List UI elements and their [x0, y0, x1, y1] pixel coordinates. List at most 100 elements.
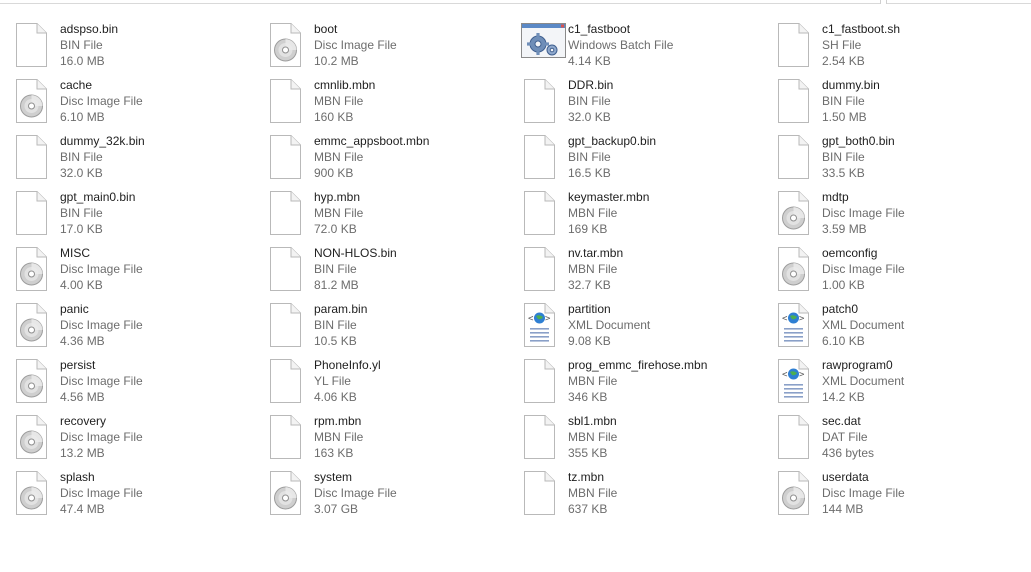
file-type: BIN File — [822, 150, 865, 164]
file-name: recovery — [60, 414, 107, 428]
file-item-rpm-mbn[interactable]: rpm.mbn MBN File 163 KB — [267, 412, 521, 468]
file-name: panic — [60, 302, 89, 316]
file-details: gpt_backup0.bin BIN File 16.5 KB — [568, 132, 656, 181]
file-name: c1_fastboot — [568, 22, 631, 36]
file-details: patch0 XML Document 6.10 KB — [822, 300, 904, 349]
file-name: mdtp — [822, 190, 849, 204]
file-size: 3.07 GB — [314, 502, 359, 516]
file-item-rawprogram0[interactable]: < > rawprogram0 XML Document 14.2 KB — [775, 356, 1029, 412]
file-name: MISC — [60, 246, 90, 260]
file-type: MBN File — [568, 206, 618, 220]
file-details: recovery Disc Image File 13.2 MB — [60, 412, 143, 461]
blank-file-icon — [521, 191, 557, 235]
file-item-dummy-32k-bin[interactable]: dummy_32k.bin BIN File 32.0 KB — [13, 132, 267, 188]
blank-file-icon — [775, 415, 811, 459]
file-details: emmc_appsboot.mbn MBN File 900 KB — [314, 132, 429, 181]
file-type: Disc Image File — [314, 486, 397, 500]
disc-image-icon — [13, 471, 49, 515]
file-item-misc[interactable]: MISC Disc Image File 4.00 KB — [13, 244, 267, 300]
file-type: MBN File — [314, 206, 364, 220]
file-item-panic[interactable]: panic Disc Image File 4.36 MB — [13, 300, 267, 356]
file-item-gpt-main0-bin[interactable]: gpt_main0.bin BIN File 17.0 KB — [13, 188, 267, 244]
disc-image-icon — [267, 471, 303, 515]
file-size: 32.7 KB — [568, 278, 611, 292]
file-item-mdtp[interactable]: mdtp Disc Image File 3.59 MB — [775, 188, 1029, 244]
file-item-boot[interactable]: boot Disc Image File 10.2 MB — [267, 20, 521, 76]
file-name: dummy.bin — [822, 78, 880, 92]
file-item-adspso-bin[interactable]: adspso.bin BIN File 16.0 MB — [13, 20, 267, 76]
file-item-recovery[interactable]: recovery Disc Image File 13.2 MB — [13, 412, 267, 468]
svg-text:>: > — [545, 314, 551, 324]
file-size: 4.06 KB — [314, 390, 357, 404]
file-details: oemconfig Disc Image File 1.00 KB — [822, 244, 905, 293]
file-details: boot Disc Image File 10.2 MB — [314, 20, 397, 69]
file-item-patch0[interactable]: < > patch0 XML Document 6.10 KB — [775, 300, 1029, 356]
file-item-c1-fastboot[interactable]: c1_fastboot Windows Batch File 4.14 KB — [521, 20, 775, 76]
file-details: nv.tar.mbn MBN File 32.7 KB — [568, 244, 623, 293]
file-size: 637 KB — [568, 502, 608, 516]
file-name: boot — [314, 22, 338, 36]
file-item-ddr-bin[interactable]: DDR.bin BIN File 32.0 KB — [521, 76, 775, 132]
file-type: DAT File — [822, 430, 868, 444]
file-item-sbl1-mbn[interactable]: sbl1.mbn MBN File 355 KB — [521, 412, 775, 468]
file-item-sec-dat[interactable]: sec.dat DAT File 436 bytes — [775, 412, 1029, 468]
file-size: 163 KB — [314, 446, 354, 460]
file-item-keymaster-mbn[interactable]: keymaster.mbn MBN File 169 KB — [521, 188, 775, 244]
file-size: 3.59 MB — [822, 222, 867, 236]
file-item-gpt-both0-bin[interactable]: gpt_both0.bin BIN File 33.5 KB — [775, 132, 1029, 188]
file-item-param-bin[interactable]: param.bin BIN File 10.5 KB — [267, 300, 521, 356]
file-item-nv-tar-mbn[interactable]: nv.tar.mbn MBN File 32.7 KB — [521, 244, 775, 300]
blank-file-icon — [775, 23, 811, 67]
file-name: hyp.mbn — [314, 190, 361, 204]
svg-text:>: > — [799, 314, 805, 324]
file-type: YL File — [314, 374, 351, 388]
header-separator — [886, 0, 887, 4]
file-item-phoneinfo-yl[interactable]: PhoneInfo.yl YL File 4.06 KB — [267, 356, 521, 412]
file-item-prog-emmc-firehose-mbn[interactable]: prog_emmc_firehose.mbn MBN File 346 KB — [521, 356, 775, 412]
file-item-partition[interactable]: < > partition XML Document 9.08 KB — [521, 300, 775, 356]
file-item-dummy-bin[interactable]: dummy.bin BIN File 1.50 MB — [775, 76, 1029, 132]
file-name: patch0 — [822, 302, 859, 316]
file-type: Disc Image File — [60, 374, 143, 388]
file-name: keymaster.mbn — [568, 190, 650, 204]
xml-document-icon: < > — [775, 359, 811, 403]
file-item-c1-fastboot-sh[interactable]: c1_fastboot.sh SH File 2.54 KB — [775, 20, 1029, 76]
file-item-tz-mbn[interactable]: tz.mbn MBN File 637 KB — [521, 468, 775, 524]
file-name: rpm.mbn — [314, 414, 362, 428]
file-name: prog_emmc_firehose.mbn — [568, 358, 708, 372]
file-type: MBN File — [314, 150, 364, 164]
svg-text:<: < — [782, 314, 788, 324]
file-item-non-hlos-bin[interactable]: NON-HLOS.bin BIN File 81.2 MB — [267, 244, 521, 300]
svg-text:<: < — [782, 370, 788, 380]
file-item-oemconfig[interactable]: oemconfig Disc Image File 1.00 KB — [775, 244, 1029, 300]
blank-file-icon — [267, 135, 303, 179]
svg-text:>: > — [799, 370, 805, 380]
disc-image-icon — [267, 23, 303, 67]
blank-file-icon — [13, 23, 49, 67]
file-name: NON-HLOS.bin — [314, 246, 397, 260]
file-item-gpt-backup0-bin[interactable]: gpt_backup0.bin BIN File 16.5 KB — [521, 132, 775, 188]
file-item-hyp-mbn[interactable]: hyp.mbn MBN File 72.0 KB — [267, 188, 521, 244]
file-item-cache[interactable]: cache Disc Image File 6.10 MB — [13, 76, 267, 132]
file-item-userdata[interactable]: userdata Disc Image File 144 MB — [775, 468, 1029, 524]
blank-file-icon — [13, 135, 49, 179]
blank-file-icon — [521, 247, 557, 291]
file-type: Disc Image File — [822, 262, 905, 276]
file-details: sec.dat DAT File 436 bytes — [822, 412, 874, 461]
file-item-persist[interactable]: persist Disc Image File 4.56 MB — [13, 356, 267, 412]
file-name: adspso.bin — [60, 22, 119, 36]
file-item-cmnlib-mbn[interactable]: cmnlib.mbn MBN File 160 KB — [267, 76, 521, 132]
file-item-splash[interactable]: splash Disc Image File 47.4 MB — [13, 468, 267, 524]
file-size: 32.0 KB — [568, 110, 611, 124]
file-details: keymaster.mbn MBN File 169 KB — [568, 188, 649, 237]
file-type: BIN File — [314, 262, 357, 276]
file-item-emmc-appsboot-mbn[interactable]: emmc_appsboot.mbn MBN File 900 KB — [267, 132, 521, 188]
blank-file-icon — [521, 79, 557, 123]
view-header-strip — [0, 0, 1031, 4]
file-details: system Disc Image File 3.07 GB — [314, 468, 397, 517]
file-type: BIN File — [60, 38, 103, 52]
file-name: rawprogram0 — [822, 358, 893, 372]
file-item-system[interactable]: system Disc Image File 3.07 GB — [267, 468, 521, 524]
file-details: panic Disc Image File 4.36 MB — [60, 300, 143, 349]
file-type: Disc Image File — [60, 94, 143, 108]
